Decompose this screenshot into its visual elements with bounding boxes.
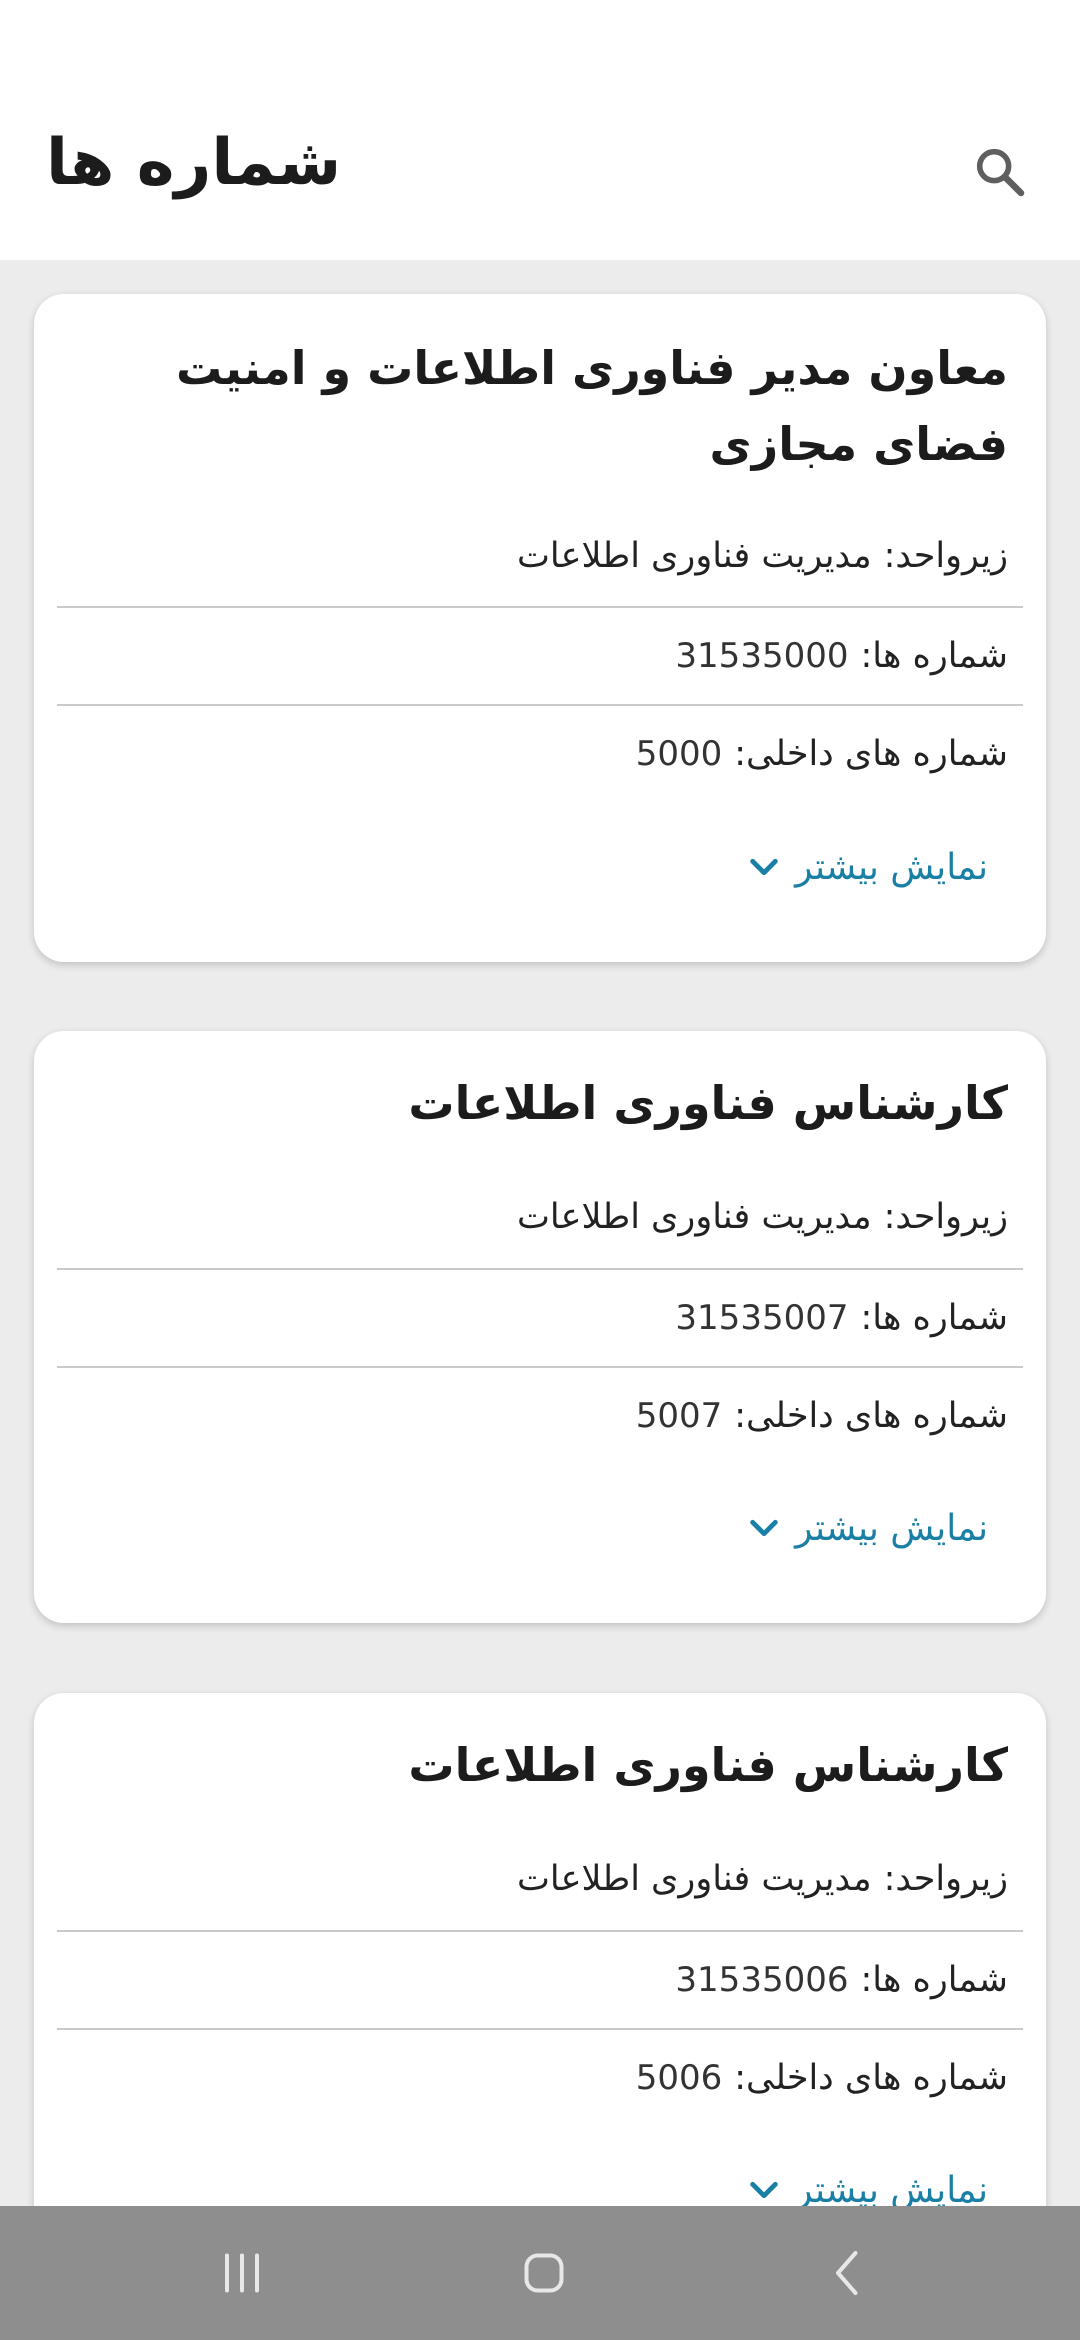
internal-label: شماره های داخلی: <box>734 2058 1008 2098</box>
subunit-row: زیرواحد: مدیریت فناوری اطلاعات <box>57 1169 1008 1265</box>
internal-value[interactable]: 5006 <box>636 2058 723 2098</box>
numbers-value[interactable]: 31535006 <box>675 1960 848 2000</box>
numbers-label: شماره ها: <box>860 1960 1008 2000</box>
internal-label: شماره های داخلی: <box>734 1396 1008 1436</box>
search-icon <box>976 148 1025 197</box>
subunit-label: زیرواحد: <box>883 536 1008 576</box>
numbers-value[interactable]: 31535000 <box>675 636 848 676</box>
app-bar: شماره ها <box>0 70 1080 260</box>
internal-row: شماره های داخلی: 5006 <box>57 2030 1008 2126</box>
page-title: شماره ها <box>46 126 342 200</box>
search-button[interactable] <box>960 132 1040 212</box>
recents-icon <box>225 2253 259 2293</box>
numbers-value[interactable]: 31535007 <box>675 1298 848 1338</box>
numbers-row: شماره ها: 31535006 <box>57 1932 1008 2028</box>
system-nav-bar <box>0 2206 1080 2340</box>
contacts-list[interactable]: معاون مدیر فناوری اطلاعات و امنیت فضای م… <box>0 260 1080 2206</box>
contact-card: معاون مدیر فناوری اطلاعات و امنیت فضای م… <box>34 294 1046 962</box>
chevron-down-icon <box>750 858 778 876</box>
recents-button[interactable] <box>182 2228 302 2318</box>
show-more-label: نمایش بیشتر <box>795 1507 988 1549</box>
screen: شماره ها معاون مدیر فناوری اطلاعات و امن… <box>0 0 1080 2340</box>
card-title: کارشناس فناوری اطلاعات <box>408 1738 1008 1792</box>
show-more-button[interactable]: نمایش بیشتر <box>747 2155 988 2206</box>
internal-row: شماره های داخلی: 5000 <box>57 706 1008 802</box>
subunit-value: مدیریت فناوری اطلاعات <box>516 1197 872 1237</box>
subunit-value: مدیریت فناوری اطلاعات <box>516 1859 872 1899</box>
internal-value[interactable]: 5007 <box>636 1396 723 1436</box>
show-more-button[interactable]: نمایش بیشتر <box>747 1493 988 1563</box>
show-more-button[interactable]: نمایش بیشتر <box>747 832 988 902</box>
numbers-row: شماره ها: 31535007 <box>57 1270 1008 1366</box>
card-title: کارشناس فناوری اطلاعات <box>408 1076 1008 1130</box>
numbers-row: شماره ها: 31535000 <box>57 608 1008 704</box>
subunit-value: مدیریت فناوری اطلاعات <box>516 536 872 576</box>
numbers-label: شماره ها: <box>860 1298 1008 1338</box>
subunit-row: زیرواحد: مدیریت فناوری اطلاعات <box>57 508 1008 604</box>
back-icon <box>836 2251 858 2295</box>
internal-row: شماره های داخلی: 5007 <box>57 1368 1008 1464</box>
back-button[interactable] <box>788 2228 908 2318</box>
show-more-label: نمایش بیشتر <box>795 2169 988 2207</box>
numbers-label: شماره ها: <box>860 636 1008 676</box>
chevron-down-icon <box>750 2181 778 2199</box>
home-button[interactable] <box>484 2228 604 2318</box>
contact-card: کارشناس فناوری اطلاعات زیرواحد: مدیریت ف… <box>34 1693 1046 2206</box>
status-bar <box>0 0 1080 70</box>
home-icon <box>524 2253 564 2293</box>
show-more-label: نمایش بیشتر <box>795 846 988 888</box>
card-title: معاون مدیر فناوری اطلاعات و امنیت فضای م… <box>175 341 1008 471</box>
contact-card: کارشناس فناوری اطلاعات زیرواحد: مدیریت ف… <box>34 1031 1046 1623</box>
internal-label: شماره های داخلی: <box>734 734 1008 774</box>
chevron-down-icon <box>750 1519 778 1537</box>
subunit-label: زیرواحد: <box>883 1859 1008 1899</box>
subunit-row: زیرواحد: مدیریت فناوری اطلاعات <box>57 1831 1008 1927</box>
subunit-label: زیرواحد: <box>883 1197 1008 1237</box>
internal-value[interactable]: 5000 <box>636 734 723 774</box>
